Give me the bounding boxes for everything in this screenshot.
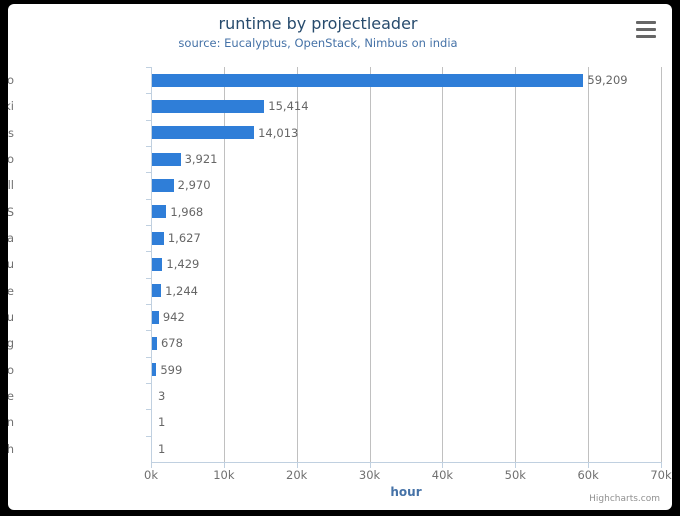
page-title: runtime by projectleader [218,14,418,33]
y-axis-tick [146,225,151,226]
bar-row[interactable]: Preston Smith 1 [8,435,672,462]
bar-value-label: 1,244 [165,283,198,298]
y-axis-tick [146,383,151,384]
bar-value-label: 1 [158,415,166,430]
bar-row[interactable]: Paul Marshall 2,970 [8,172,672,198]
bar-value-label: 1,627 [167,231,201,245]
category-label: Judy Qiu [8,257,14,272]
category-label: Mats Rynge [8,283,14,298]
category-label: Shantenu Jha [8,231,14,245]
y-axis-tick [146,146,151,147]
bar[interactable] [152,363,157,377]
bar[interactable] [152,284,162,298]
bar-row[interactable]: Renato Figueiredo 599 [8,356,672,383]
x-axis-label: 70k [650,468,672,482]
bar-value-label: 599 [160,362,183,377]
bar[interactable] [152,205,167,219]
category-label: Claire Le Goues [8,125,14,140]
category-label: Sharath S [8,204,14,219]
highcharts-chart: runtime by projectleader source: Eucalyp… [8,4,672,510]
bar[interactable] [152,442,154,455]
bar[interactable] [152,416,154,429]
bar-value-label: 1 [158,441,166,456]
hamburger-bar [636,21,656,24]
bar-row[interactable]: Paolo Romano 3,921 [8,146,672,172]
category-label: Preston Smith [8,441,14,456]
bar-row[interactable]: Sharath S 1,968 [8,198,672,225]
y-axis-tick [146,435,151,437]
x-axis-label: 20k [286,468,308,482]
bar-row[interactable]: Tak-Lon Wu 942 [8,304,672,330]
bar-value-label: 2,970 [177,178,211,193]
y-axis-tick [146,198,151,200]
bar-row[interactable]: Claire Le Goues 14,013 [8,119,672,146]
x-axis-line [151,462,662,463]
y-axis-tick [146,356,151,358]
bar[interactable] [152,152,181,166]
chart-subtitle: source: Eucalyptus, OpenStack, Nimbus on… [178,36,458,50]
title-block: runtime by projectleader source: Eucalyp… [8,14,628,51]
bar-value-label: 942 [162,310,185,324]
bar[interactable] [152,73,584,87]
y-axis-tick [146,251,151,253]
bar[interactable] [152,310,159,324]
bar[interactable] [152,336,157,350]
category-label: Massimo Canonico [8,73,14,87]
y-axis-tick [146,119,151,121]
bar[interactable] [152,257,163,271]
bar-value-label: 678 [160,336,183,351]
bar[interactable] [152,231,164,245]
bar-value-label: 3 [158,389,166,403]
y-axis-tick [146,93,151,95]
hamburger-menu-icon[interactable] [634,19,658,41]
category-label: Renato Figueiredo [8,362,14,377]
x-axis-label: 50k [504,468,526,482]
bar-value-label: 59,209 [587,73,628,87]
bar-value-label: 3,921 [184,152,218,166]
category-label: Tak-Lon Wu [8,310,14,324]
y-axis-tick [146,409,151,411]
bar-row[interactable]: Mats Rynge 1,244 [8,277,672,304]
bar-row[interactable]: Hyungro Lee 3 [8,383,672,409]
category-label: Paolo Romano [8,152,14,166]
bar-row[interactable]: Massimo Canonico 59,209 [8,67,672,93]
bar[interactable] [152,126,255,140]
hamburger-bar [636,28,656,31]
bar-value-label: 1,429 [166,257,200,272]
bar-row[interactable]: Gregor von Laszewski 15,414 [8,93,672,119]
category-label: Gregor von Laszewski [8,99,14,114]
x-axis-label: 30k [358,468,381,482]
bar-row[interactable]: Shantenu Jha 1,627 [8,225,672,251]
hamburger-bar [636,35,656,38]
x-axis-title: hour [390,485,422,499]
bar-row[interactable]: Lizhe Wang 678 [8,330,672,356]
bar[interactable] [152,178,174,192]
category-label: Hyungro Lee [8,389,14,403]
x-axis-label: 40k [431,468,454,482]
y-axis-tick [146,277,151,279]
y-axis-tick [146,304,151,305]
bar-value-label: 14,013 [258,125,299,140]
bar-value-label: 15,414 [268,99,309,114]
category-label: Paul Marshall [8,178,14,193]
bar[interactable] [152,99,265,113]
bar[interactable] [152,390,154,403]
y-axis-tick [146,330,151,332]
bar-row[interactable]: Yogesh Simmhan 1 [8,409,672,435]
y-axis-tick [146,67,151,68]
y-axis-tick [146,172,151,174]
category-label: Yogesh Simmhan [8,415,14,430]
bar-value-label: 1,968 [170,204,204,219]
x-axis-label: 0k [144,468,158,482]
x-axis-label: 60k [577,468,599,482]
bar-row[interactable]: Judy Qiu 1,429 [8,251,672,277]
credits-label: Highcharts.com [589,494,660,504]
category-label: Lizhe Wang [8,336,14,351]
x-axis-label: 10k [213,468,235,482]
